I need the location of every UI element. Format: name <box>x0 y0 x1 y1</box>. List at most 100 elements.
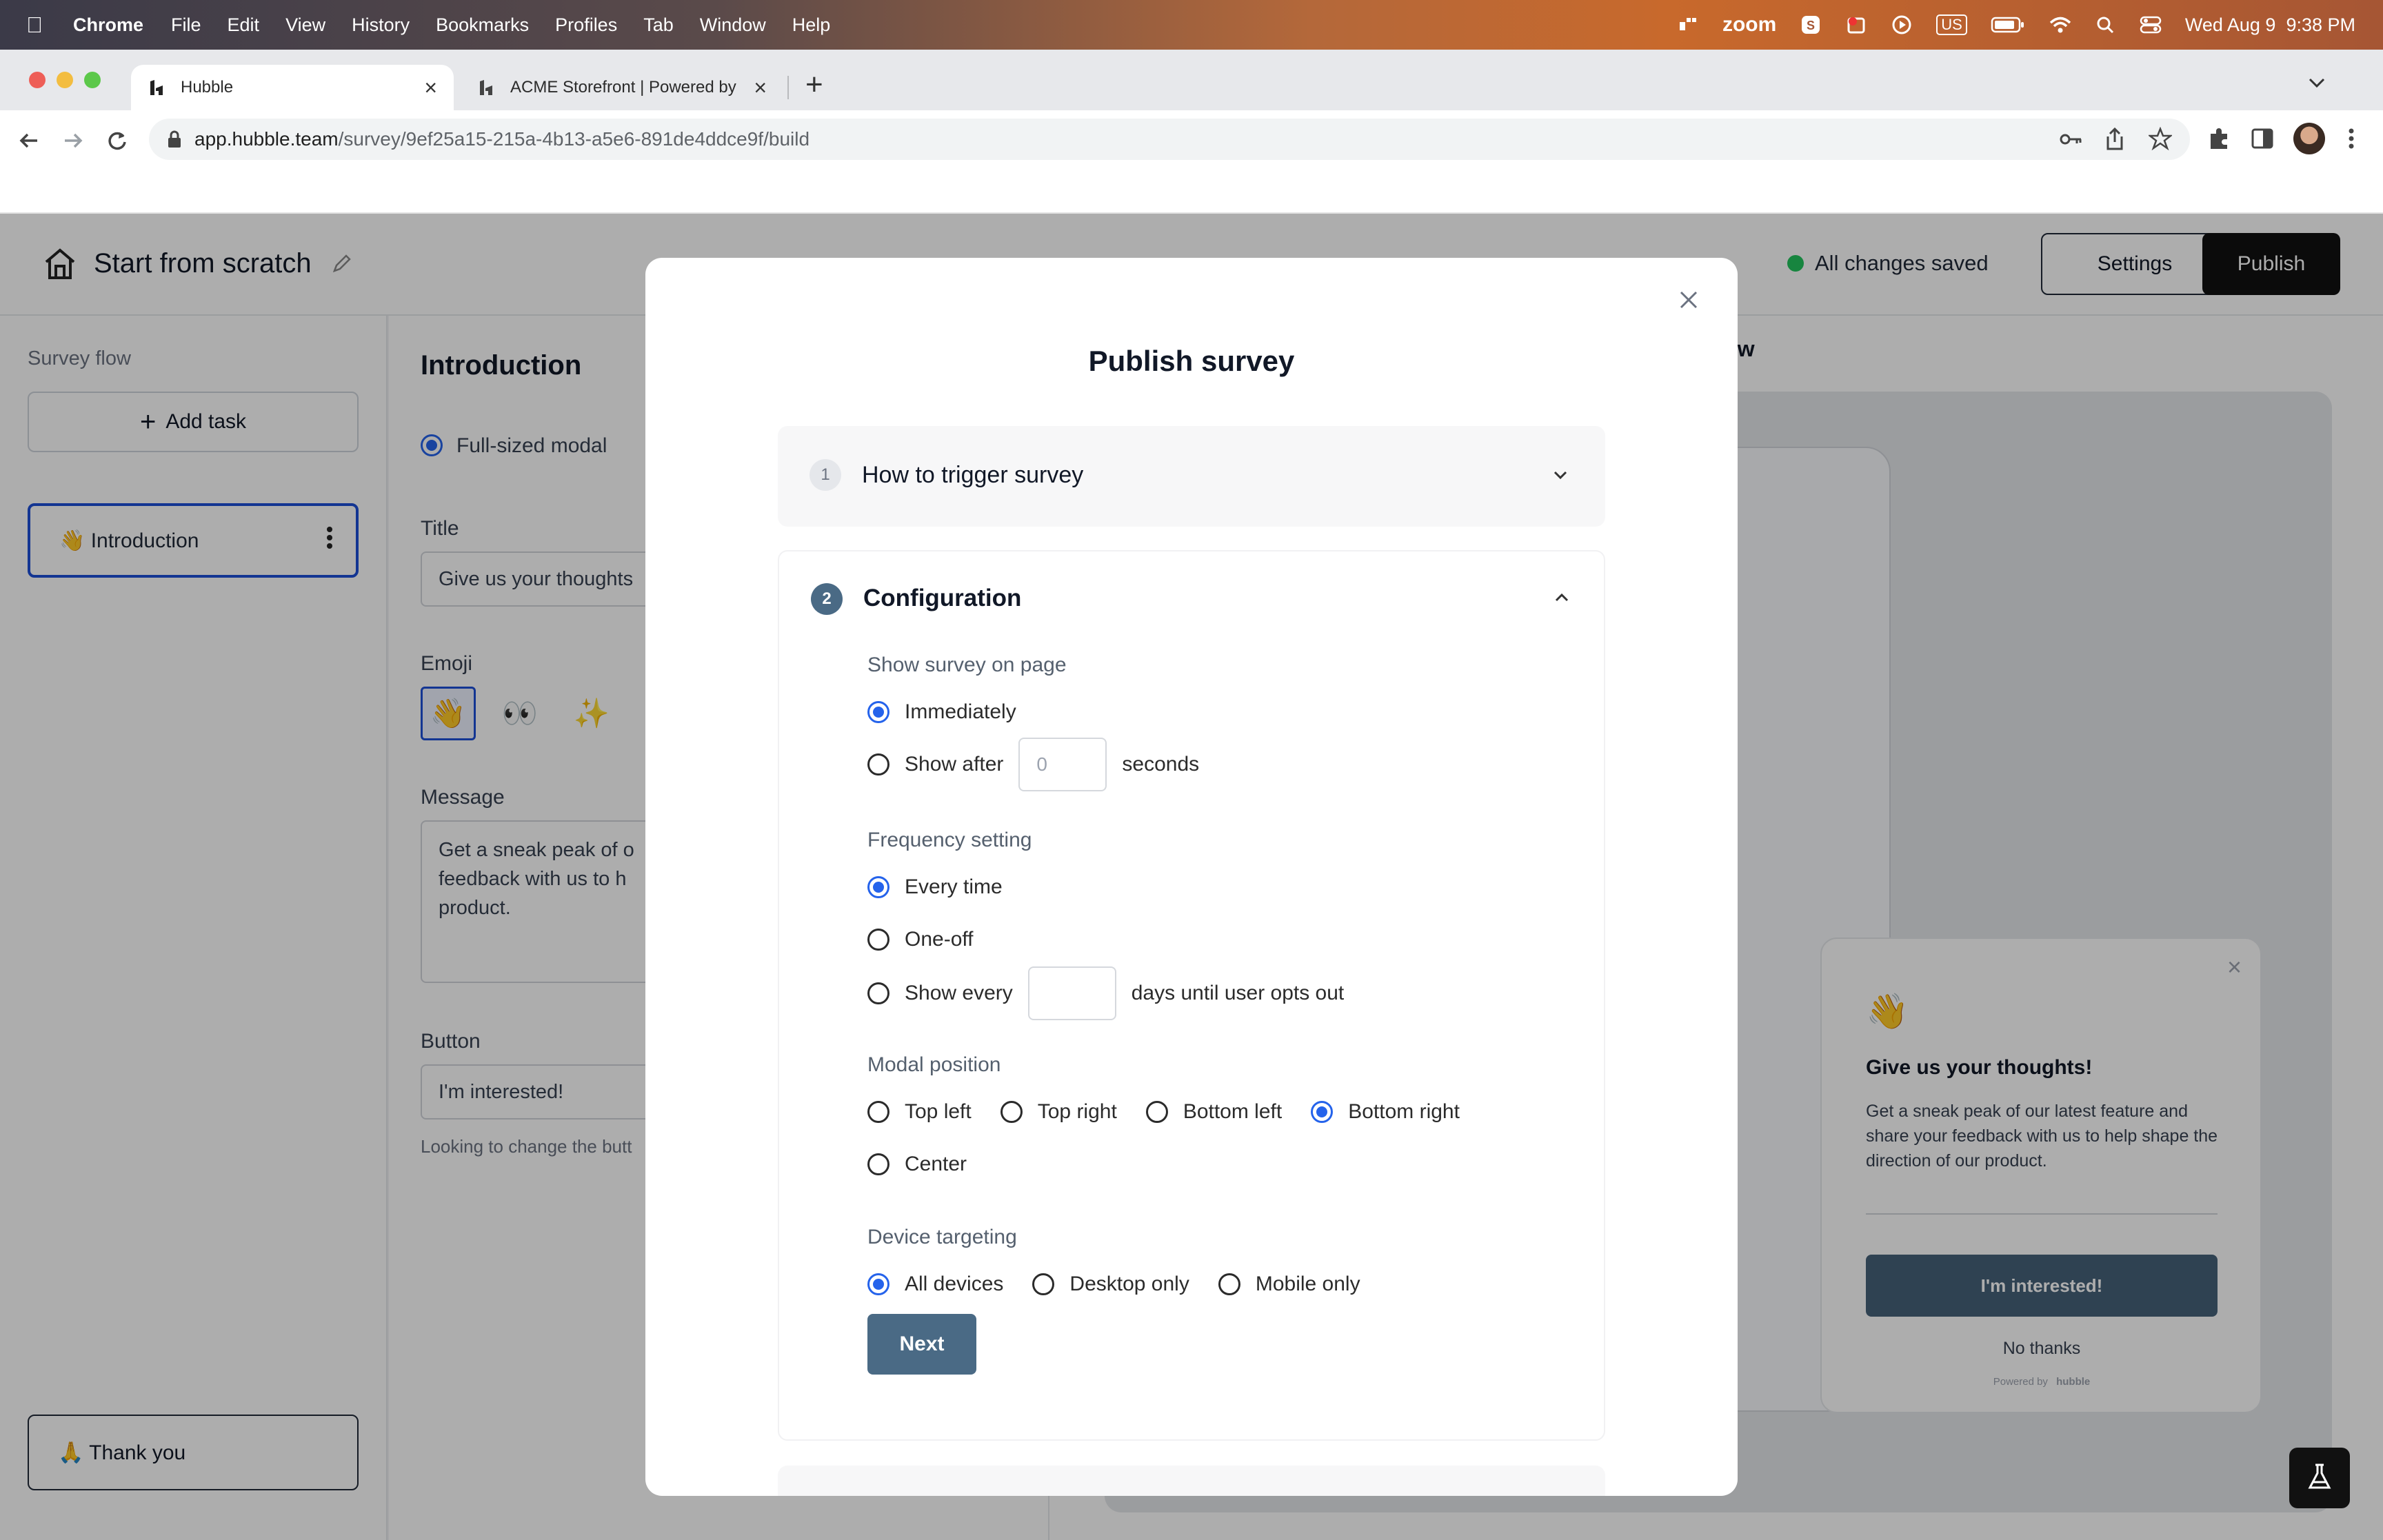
option-all-devices[interactable]: All devices <box>867 1273 1003 1296</box>
tab-close-icon[interactable]: × <box>754 75 767 101</box>
forward-icon[interactable] <box>59 127 87 158</box>
lock-icon[interactable] <box>167 130 182 154</box>
acme-favicon-icon <box>477 77 498 98</box>
option-show-every[interactable]: Show every days until user opts out <box>867 966 1344 1020</box>
tab-title: ACME Storefront | Powered by <box>510 78 736 97</box>
menubar-clock[interactable]: Wed Aug 9 9:38 PM <box>2185 14 2355 36</box>
next-button[interactable]: Next <box>867 1314 976 1375</box>
option-mobile-only[interactable]: Mobile only <box>1218 1273 1360 1296</box>
radio-center[interactable] <box>867 1153 889 1175</box>
radio-every-time[interactable] <box>867 876 889 898</box>
option-label: Center <box>905 1153 967 1175</box>
tab-acme[interactable]: ACME Storefront | Powered by × <box>461 65 783 110</box>
device-targeting-label: Device targeting <box>867 1226 1017 1248</box>
modal-title: Publish survey <box>1088 345 1295 377</box>
seconds-input[interactable]: 0 <box>1018 738 1107 791</box>
option-every-time[interactable]: Every time <box>867 875 1003 899</box>
position-label: Modal position <box>867 1053 1001 1076</box>
menu-bookmarks[interactable]: Bookmarks <box>436 14 529 36</box>
menu-help[interactable]: Help <box>792 14 831 36</box>
radio-show-after[interactable] <box>867 753 889 776</box>
radio-top-right[interactable] <box>1000 1101 1023 1123</box>
radio-all-devices[interactable] <box>867 1273 889 1295</box>
hubble-favicon-icon <box>148 77 168 98</box>
option-center[interactable]: Center <box>867 1153 967 1176</box>
tab-hubble[interactable]: Hubble × <box>131 65 454 110</box>
avatar[interactable] <box>2293 123 2325 154</box>
spotlight-icon[interactable] <box>2094 15 2116 34</box>
radio-one-off[interactable] <box>867 929 889 951</box>
modal-close-icon[interactable] <box>1677 288 1700 315</box>
option-immediately[interactable]: Immediately <box>867 700 1016 724</box>
flask-icon <box>2304 1461 2335 1495</box>
menu-view[interactable]: View <box>285 14 325 36</box>
wifi-icon[interactable] <box>2049 15 2071 34</box>
radio-show-every[interactable] <box>867 982 889 1004</box>
bookmark-star-icon[interactable] <box>2147 126 2173 155</box>
control-center-icon[interactable] <box>2140 15 2162 34</box>
option-bottom-left[interactable]: Bottom left <box>1145 1100 1283 1124</box>
reload-icon[interactable] <box>103 127 131 158</box>
chevron-down-icon[interactable] <box>1550 465 1571 489</box>
radio-desktop-only[interactable] <box>1032 1273 1055 1295</box>
option-show-after[interactable]: Show after 0 seconds <box>867 738 1199 791</box>
radio-bottom-right[interactable] <box>1311 1101 1334 1123</box>
skype-icon[interactable]: S <box>1800 15 1822 34</box>
input-source[interactable]: US <box>1936 14 1967 35</box>
menu-file[interactable]: File <box>171 14 201 36</box>
close-window-button[interactable] <box>29 72 46 88</box>
minimize-window-button[interactable] <box>57 72 73 88</box>
zoom-status[interactable]: zoom <box>1722 13 1776 37</box>
option-label: Bottom left <box>1183 1100 1283 1123</box>
show-on-page-label: Show survey on page <box>867 654 1067 676</box>
share-icon[interactable] <box>2104 127 2125 156</box>
menu-app-name[interactable]: Chrome <box>73 14 143 36</box>
option-one-off[interactable]: One-off <box>867 928 974 951</box>
extensions-icon[interactable] <box>2206 125 2233 155</box>
radio-immediately[interactable] <box>867 701 889 723</box>
menu-profiles[interactable]: Profiles <box>555 14 617 36</box>
step-number-badge: 2 <box>811 583 843 615</box>
apple-icon[interactable]:  <box>26 12 43 38</box>
option-bottom-right[interactable]: Bottom right <box>1311 1100 1460 1124</box>
step-trigger[interactable]: 1 How to trigger survey <box>778 426 1605 527</box>
option-label: Bottom right <box>1348 1100 1460 1123</box>
option-top-right[interactable]: Top right <box>1000 1100 1117 1124</box>
option-top-left[interactable]: Top left <box>867 1100 972 1124</box>
sidepanel-icon[interactable] <box>2251 127 2274 154</box>
lab-button[interactable] <box>2289 1448 2350 1508</box>
publish-survey-modal: Publish survey 1 How to trigger survey 2… <box>645 258 1738 1496</box>
step-next-collapsed[interactable] <box>778 1466 1605 1496</box>
tab-divider <box>787 76 789 99</box>
status-icon[interactable] <box>1677 15 1699 34</box>
position-options-row: Top left Top right Bottom left Bottom ri… <box>867 1100 1460 1124</box>
play-icon[interactable] <box>1891 15 1913 34</box>
notification-icon[interactable] <box>1845 15 1867 34</box>
tab-search-chevron-icon[interactable] <box>2303 69 2331 97</box>
step-number-badge: 1 <box>810 459 841 491</box>
radio-top-left[interactable] <box>867 1101 889 1123</box>
back-icon[interactable] <box>15 127 43 158</box>
url-bar[interactable]: app.hubble.team/survey/9ef25a15-215a-4b1… <box>149 119 2190 160</box>
menu-window[interactable]: Window <box>700 14 766 36</box>
menu-tab[interactable]: Tab <box>643 14 674 36</box>
zoom-window-button[interactable] <box>84 72 101 88</box>
step-title: How to trigger survey <box>862 462 1084 488</box>
password-key-icon[interactable] <box>2059 128 2082 155</box>
radio-mobile-only[interactable] <box>1218 1273 1240 1295</box>
url-host: app.hubble.team <box>194 128 339 150</box>
option-desktop-only[interactable]: Desktop only <box>1032 1273 1189 1296</box>
days-input[interactable] <box>1027 966 1116 1020</box>
menu-history[interactable]: History <box>352 14 410 36</box>
option-label: Show every <box>905 982 1013 1004</box>
option-label: Immediately <box>905 700 1016 723</box>
chevron-up-icon[interactable] <box>1551 587 1572 611</box>
radio-bottom-left[interactable] <box>1145 1101 1168 1123</box>
new-tab-icon[interactable]: + <box>805 68 823 102</box>
tab-close-icon[interactable]: × <box>424 75 437 101</box>
kebab-menu-icon[interactable] <box>2344 125 2358 155</box>
menu-edit[interactable]: Edit <box>228 14 260 36</box>
battery-icon[interactable] <box>1991 15 2025 34</box>
frequency-label: Frequency setting <box>867 829 1032 851</box>
url-path: /survey/9ef25a15-215a-4b13-a5e6-891de4dd… <box>338 128 810 150</box>
